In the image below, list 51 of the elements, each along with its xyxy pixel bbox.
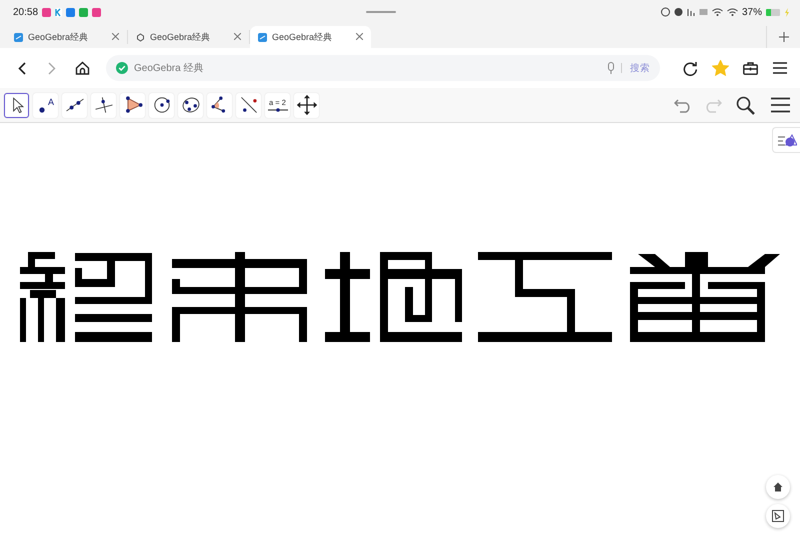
polygon-tool-button[interactable] <box>120 92 145 118</box>
app-icon <box>42 8 52 16</box>
battery-icon <box>766 8 780 16</box>
circle-tool-button[interactable] <box>149 92 174 118</box>
browser-tab[interactable]: GeoGebra经典 <box>250 26 372 48</box>
wifi-icon <box>726 7 738 17</box>
conic-tool-button[interactable] <box>178 92 203 118</box>
reload-icon <box>682 60 698 76</box>
battery-percentage: 37% <box>742 6 762 18</box>
close-icon <box>356 32 363 40</box>
point-icon <box>39 106 45 112</box>
move-arrows-icon <box>296 94 318 116</box>
pan-tool-button[interactable] <box>294 92 319 118</box>
app-icon <box>92 8 102 16</box>
slider-icon <box>268 108 288 112</box>
line-tool-button[interactable] <box>62 92 87 118</box>
charging-icon <box>784 8 790 16</box>
signal-icon <box>686 7 695 17</box>
close-icon <box>234 32 241 40</box>
star-icon[interactable] <box>710 58 730 78</box>
close-tab-button[interactable] <box>234 32 241 42</box>
close-icon <box>112 32 119 40</box>
reflect-tool-button[interactable] <box>236 92 261 118</box>
drag-handle-icon[interactable] <box>366 10 396 14</box>
chevron-right-icon <box>48 62 56 74</box>
angle-tool-button[interactable] <box>207 92 232 118</box>
move-tool-button[interactable] <box>4 92 29 118</box>
app-icon <box>55 8 62 16</box>
pointer-in-frame-icon <box>772 510 784 522</box>
microphone-icon[interactable] <box>607 62 615 74</box>
app-icon <box>66 8 76 16</box>
geogebra-icon <box>14 32 23 42</box>
home-icon <box>773 482 783 492</box>
perpendicular-tool-button[interactable] <box>91 92 116 118</box>
shield-check-icon <box>116 62 128 74</box>
home-icon <box>74 61 90 75</box>
graphics-view-button[interactable] <box>766 504 790 528</box>
wifi-icon <box>712 7 723 17</box>
clock-time: 20:58 <box>13 6 38 18</box>
point-tool-button[interactable]: A <box>33 92 58 118</box>
geogebra-icon <box>258 32 267 42</box>
address-field[interactable]: GeoGebra 经典 搜索 <box>106 55 660 81</box>
home-button[interactable] <box>766 475 790 499</box>
point-label: A <box>48 96 54 106</box>
plus-icon <box>778 32 788 42</box>
chevron-left-icon <box>18 62 26 74</box>
browser-tab[interactable]: GeoGebra经典 <box>6 30 128 44</box>
close-tab-button[interactable] <box>356 32 363 42</box>
algebra-view-button[interactable] <box>772 127 800 153</box>
close-tab-button[interactable] <box>112 32 119 42</box>
list-and-shapes-icon <box>776 132 796 148</box>
